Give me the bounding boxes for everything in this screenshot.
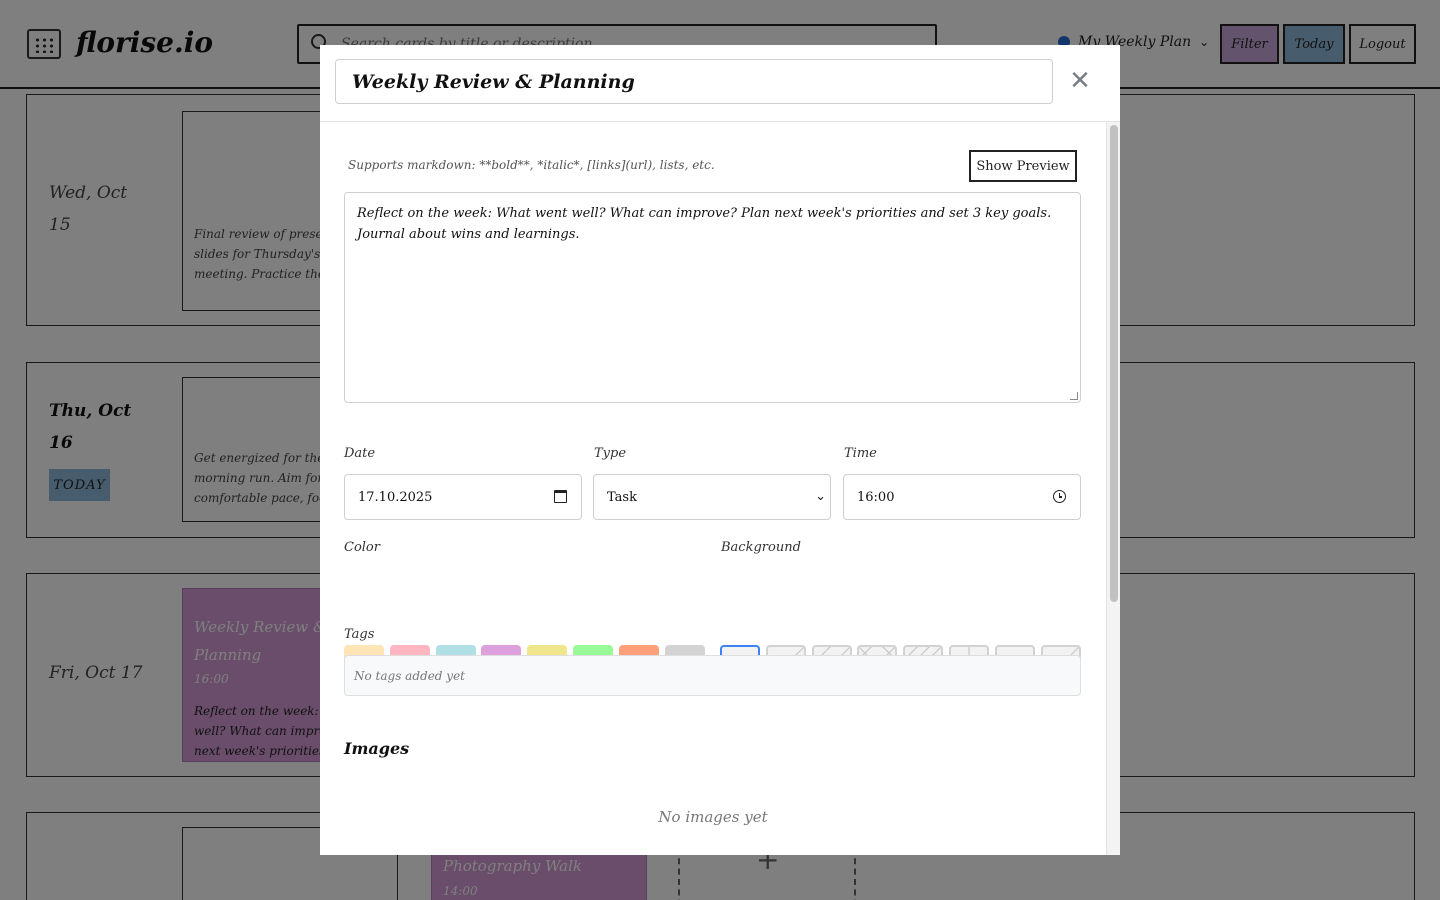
clock-icon[interactable] <box>1053 490 1066 503</box>
description-text: Reflect on the week: What went well? Wha… <box>357 206 1052 242</box>
images-heading: Images <box>344 739 410 758</box>
date-value: 17.10.2025 <box>358 489 433 505</box>
modal-header: Weekly Review & Planning ✕ <box>320 45 1120 122</box>
modal-scrollbar[interactable] <box>1106 122 1120 855</box>
close-icon[interactable]: ✕ <box>1068 65 1092 97</box>
modal-body: Supports markdown: **bold**, *italic*, [… <box>320 122 1106 855</box>
background-label: Background <box>721 540 801 555</box>
type-label: Type <box>594 446 627 461</box>
type-select[interactable]: Task ⌄ <box>593 474 831 520</box>
tags-input[interactable]: No tags added yet <box>344 655 1081 696</box>
color-label: Color <box>344 540 380 555</box>
date-label: Date <box>344 446 376 461</box>
time-input[interactable]: 16:00 <box>843 474 1081 520</box>
description-textarea[interactable]: Reflect on the week: What went well? Wha… <box>344 192 1081 403</box>
card-title-input[interactable]: Weekly Review & Planning <box>335 59 1053 104</box>
chevron-down-icon: ⌄ <box>815 489 826 504</box>
time-label: Time <box>844 446 877 461</box>
calendar-icon[interactable] <box>554 490 567 503</box>
type-value: Task <box>607 489 637 505</box>
date-input[interactable]: 17.10.2025 <box>344 474 582 520</box>
scrollbar-thumb[interactable] <box>1110 125 1118 602</box>
images-empty-text: No images yet <box>658 808 768 826</box>
markdown-hint: Supports markdown: **bold**, *italic*, [… <box>348 158 715 172</box>
time-value: 16:00 <box>857 489 895 505</box>
tags-label: Tags <box>344 627 375 642</box>
tags-empty-text: No tags added yet <box>354 668 465 683</box>
resize-handle[interactable] <box>1070 392 1078 400</box>
edit-card-modal: Weekly Review & Planning ✕ Supports mark… <box>320 45 1120 855</box>
show-preview-button[interactable]: Show Preview <box>969 150 1077 182</box>
